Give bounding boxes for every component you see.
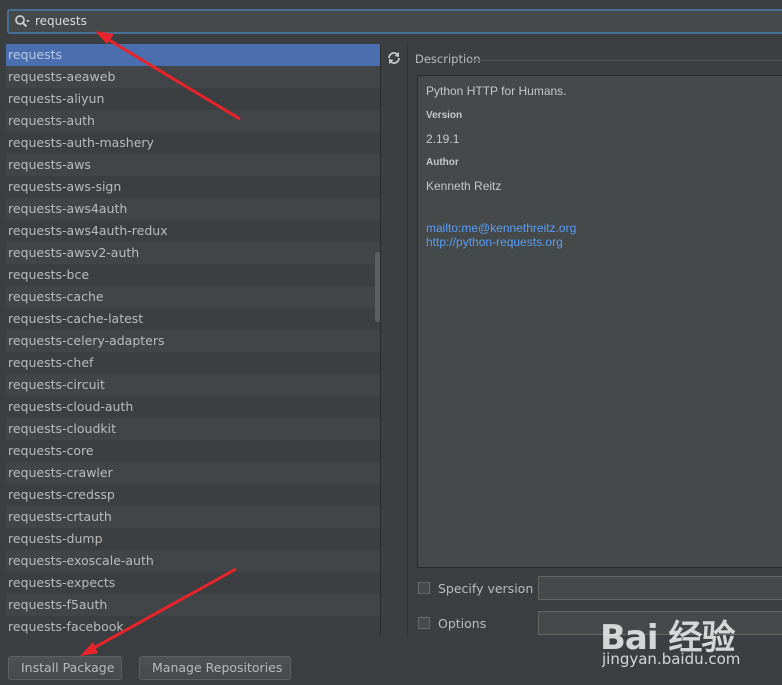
options-checkbox[interactable] — [418, 617, 430, 629]
package-list-item[interactable]: requests-auth-mashery — [6, 132, 380, 154]
version-label: Version — [426, 110, 463, 121]
package-list-item[interactable]: requests-circuit — [6, 374, 380, 396]
specify-version-checkbox[interactable] — [418, 582, 430, 594]
package-list-item[interactable]: requests-crawler — [6, 462, 380, 484]
package-list-item[interactable]: requests-aws — [6, 154, 380, 176]
manage-repositories-button[interactable]: Manage Repositories — [139, 656, 291, 680]
refresh-column — [380, 44, 407, 636]
package-list-item[interactable]: requests-chef — [6, 352, 380, 374]
email-link[interactable]: mailto:me@kennethreitz.org — [426, 221, 576, 235]
package-list-item[interactable]: requests-cache — [6, 286, 380, 308]
package-list-item[interactable]: requests-aeaweb — [6, 66, 380, 88]
package-list-item[interactable]: requests-dump — [6, 528, 380, 550]
package-list-item[interactable]: requests-aws4auth-redux — [6, 220, 380, 242]
package-list-item[interactable]: requests-bce — [6, 264, 380, 286]
version-value: 2.19.1 — [426, 132, 460, 146]
search-input[interactable]: requests — [7, 9, 782, 34]
package-list-item[interactable]: requests-cloud-auth — [6, 396, 380, 418]
description-title: Description — [415, 52, 481, 66]
button-bar: Install Package Manage Repositories — [0, 636, 782, 685]
package-list-item[interactable]: requests-facebook — [6, 616, 380, 636]
install-package-button[interactable]: Install Package — [8, 656, 122, 680]
package-summary: Python HTTP for Humans. — [426, 84, 567, 98]
package-list-item[interactable]: requests-crtauth — [6, 506, 380, 528]
package-list[interactable]: requests requests-aeaweb requests-aliyun re… — [6, 44, 380, 636]
package-list-item[interactable]: requests-f5auth — [6, 594, 380, 616]
package-list-item[interactable]: requests-expects — [6, 572, 380, 594]
package-list-item[interactable]: requests-cloudkit — [6, 418, 380, 440]
package-list-item[interactable]: requests-aliyun — [6, 88, 380, 110]
package-list-item[interactable]: requests-awsv2-auth — [6, 242, 380, 264]
package-list-item[interactable]: requests-celery-adapters — [6, 330, 380, 352]
description-box: Python HTTP for Humans. Version 2.19.1 A… — [417, 75, 782, 568]
package-list-item[interactable]: requests-aws-sign — [6, 176, 380, 198]
package-list-item[interactable]: requests-credssp — [6, 484, 380, 506]
homepage-link[interactable]: http://python-requests.org — [426, 235, 563, 249]
options-label: Options — [438, 616, 487, 631]
list-scrollbar[interactable] — [372, 44, 380, 636]
package-list-item[interactable]: requests-auth — [6, 110, 380, 132]
separator — [468, 60, 782, 61]
specify-version-label: Specify version — [438, 581, 534, 596]
package-list-item[interactable]: requests-cache-latest — [6, 308, 380, 330]
options-field[interactable] — [538, 611, 782, 635]
package-list-item[interactable]: requests-core — [6, 440, 380, 462]
refresh-icon[interactable] — [386, 50, 402, 66]
version-select[interactable] — [538, 576, 782, 600]
package-list-item[interactable]: requests-aws4auth — [6, 198, 380, 220]
specify-version-row: Specify version — [418, 576, 782, 600]
author-label: Author — [426, 157, 459, 168]
search-icon[interactable] — [14, 14, 30, 30]
package-list-item[interactable]: requests-exoscale-auth — [6, 550, 380, 572]
search-query: requests — [35, 14, 87, 28]
description-panel: Description Python HTTP for Humans. Vers… — [407, 44, 782, 636]
package-list-item[interactable]: requests — [6, 44, 380, 66]
options-row: Options — [418, 611, 782, 635]
author-value: Kenneth Reitz — [426, 179, 502, 193]
